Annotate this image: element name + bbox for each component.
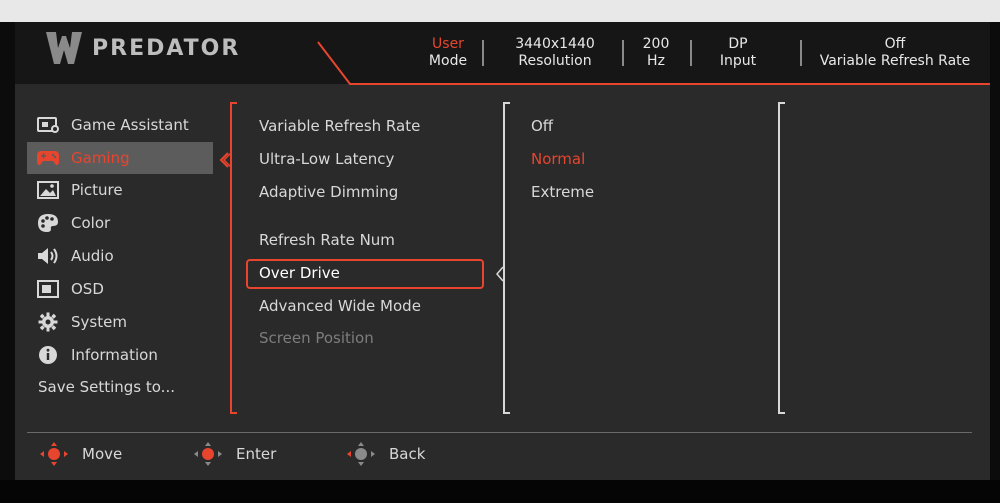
header-input: DP Input [710, 36, 766, 70]
menu-item-label: System [71, 313, 127, 331]
joystick-back-icon [347, 442, 375, 466]
refresh-value: 200 [642, 36, 670, 52]
submenu-item-advanced-wide-mode[interactable]: Advanced Wide Mode [259, 297, 421, 315]
header-mode: User Mode [420, 36, 476, 70]
menu-item-label: OSD [71, 280, 104, 298]
game-assistant-icon [36, 115, 60, 135]
header-vrr: Off Variable Refresh Rate [812, 36, 978, 70]
option-extreme[interactable]: Extreme [531, 183, 594, 201]
menu-item-information[interactable]: Information [27, 339, 213, 371]
submenu-item-vrr[interactable]: Variable Refresh Rate [259, 117, 420, 135]
menu-item-color[interactable]: Color [27, 207, 213, 239]
menu-item-label: Audio [71, 247, 114, 265]
footer-divider [27, 432, 972, 433]
menu-item-label: Gaming [71, 149, 130, 167]
gamepad-icon [36, 148, 60, 168]
submenu-item-refresh-rate-num[interactable]: Refresh Rate Num [259, 231, 395, 249]
predator-emblem-icon [46, 32, 82, 64]
menu-item-audio[interactable]: Audio [27, 240, 213, 272]
submenu-item-screen-position: Screen Position [259, 329, 374, 347]
menu-item-save-settings[interactable]: Save Settings to... [27, 371, 213, 403]
speaker-icon [36, 246, 60, 266]
joystick-move-icon [40, 442, 68, 466]
third-column-bracket [778, 102, 785, 414]
menu-item-label: Save Settings to... [38, 378, 175, 396]
menu-item-game-assistant[interactable]: Game Assistant [27, 109, 213, 141]
brand-name: PREDATOR [92, 35, 241, 61]
footer-back: Back [345, 441, 425, 467]
monitor-bezel-top [0, 0, 1000, 22]
menu-item-label: Game Assistant [71, 116, 189, 134]
info-icon [36, 345, 60, 365]
header-refresh: 200 Hz [634, 36, 678, 70]
menu-item-label: Picture [71, 181, 123, 199]
menu-item-label: Color [71, 214, 111, 232]
monitor-bezel-bottom [0, 480, 1000, 503]
joystick-enter-icon [194, 442, 222, 466]
gear-icon [36, 312, 60, 332]
header-separator [800, 40, 802, 66]
input-value: DP [728, 36, 748, 52]
options-bracket-left [503, 102, 510, 414]
footer-move-label: Move [82, 445, 123, 463]
menu-item-osd[interactable]: OSD [27, 273, 213, 305]
header-separator [690, 40, 692, 66]
vrr-label: Variable Refresh Rate [819, 53, 971, 69]
refresh-label: Hz [647, 53, 665, 69]
chevron-left-icon [219, 152, 231, 168]
menu-item-system[interactable]: System [27, 306, 213, 338]
mode-value: User [432, 36, 464, 52]
menu-item-gaming[interactable]: Gaming [27, 142, 213, 174]
footer-back-label: Back [389, 445, 426, 463]
menu-item-label: Information [71, 346, 158, 364]
header-resolution: 3440x1440 Resolution [500, 36, 610, 70]
option-off[interactable]: Off [531, 117, 553, 135]
submenu-item-ultra-low-latency[interactable]: Ultra-Low Latency [259, 150, 394, 168]
header-separator [622, 40, 624, 66]
picture-icon [36, 180, 60, 200]
footer-move: Move [38, 441, 122, 467]
vrr-value: Off [884, 36, 906, 52]
resolution-label: Resolution [518, 53, 592, 69]
option-normal[interactable]: Normal [531, 150, 585, 168]
input-label: Input [719, 53, 757, 69]
menu-item-picture[interactable]: Picture [27, 174, 213, 206]
submenu-item-over-drive[interactable]: Over Drive [259, 264, 340, 282]
palette-icon [36, 213, 60, 233]
submenu-item-adaptive-dimming[interactable]: Adaptive Dimming [259, 183, 398, 201]
submenu-bracket-left [230, 102, 237, 414]
footer-enter: Enter [192, 441, 276, 467]
resolution-value: 3440x1440 [515, 36, 595, 52]
header-separator [482, 40, 484, 66]
osd-icon [36, 279, 60, 299]
mode-label: Mode [428, 53, 468, 69]
header-dark-wedge [15, 84, 990, 90]
footer-enter-label: Enter [236, 445, 277, 463]
predator-logo: PREDATOR [44, 28, 240, 68]
